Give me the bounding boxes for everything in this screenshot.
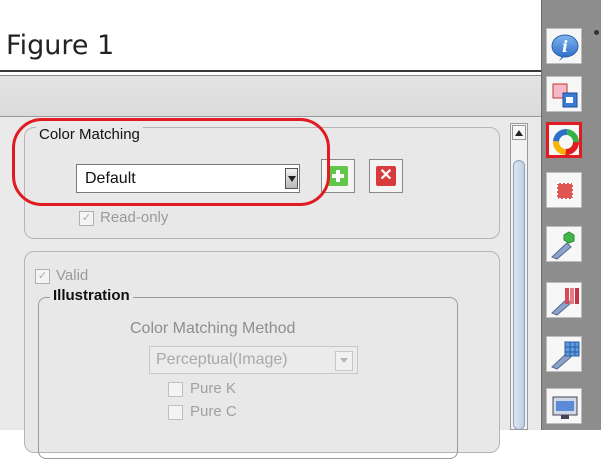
- grid-fill-icon: [551, 341, 580, 370]
- toolbar-color-bars-button[interactable]: [546, 282, 582, 318]
- valid-checkbox[interactable]: ✓: [35, 269, 50, 284]
- method-select-value: Perceptual(Image): [156, 351, 288, 368]
- read-only-checkbox[interactable]: ✓: [79, 211, 94, 226]
- pure-c-label: Pure C: [190, 403, 237, 420]
- header-strip: [0, 76, 541, 117]
- chevron-up-icon: [515, 130, 523, 136]
- color-matching-icon: [553, 129, 579, 155]
- toolbar-print-media-button[interactable]: [546, 388, 582, 424]
- illustration-legend: Illustration: [50, 287, 133, 304]
- color-bars-icon: [551, 288, 579, 316]
- toolbar-color-matching-button[interactable]: [546, 122, 582, 158]
- scroll-up-button[interactable]: [512, 125, 526, 140]
- highlight-annotation: [12, 118, 330, 206]
- toolbar-info-button[interactable]: i: [546, 28, 582, 64]
- toolbar-grid-fill-button[interactable]: [546, 336, 582, 372]
- pure-c-checkbox[interactable]: [168, 405, 183, 420]
- page-title: Figure 1: [6, 30, 115, 61]
- toolbar-cut-shape-button[interactable]: [546, 226, 582, 262]
- toolbar-layout-button[interactable]: [546, 76, 582, 112]
- chevron-down-icon: [340, 358, 348, 363]
- title-rule: [0, 70, 541, 72]
- vertical-scrollbar[interactable]: [510, 123, 528, 430]
- pure-k-checkbox[interactable]: [168, 382, 183, 397]
- delete-icon: ✕: [376, 166, 396, 186]
- print-media-icon: [552, 396, 578, 419]
- delete-profile-button[interactable]: ✕: [369, 159, 403, 193]
- layout-icon: [552, 83, 578, 108]
- plus-icon: [328, 166, 348, 186]
- svg-text:i: i: [562, 37, 568, 56]
- spot-color-icon: [556, 182, 574, 200]
- toolbar-dot: [594, 30, 599, 35]
- color-matching-method-label: Color Matching Method: [130, 320, 296, 337]
- valid-label: Valid: [56, 267, 89, 284]
- scroll-thumb[interactable]: [513, 160, 525, 430]
- read-only-label: Read-only: [100, 209, 169, 226]
- info-icon: i: [551, 34, 579, 61]
- method-dropdown-button[interactable]: [335, 351, 353, 371]
- toolbar-spot-color-button[interactable]: [546, 172, 582, 208]
- cut-shape-icon: [551, 231, 575, 260]
- color-matching-method-select[interactable]: Perceptual(Image): [149, 346, 358, 374]
- pure-k-label: Pure K: [190, 380, 236, 397]
